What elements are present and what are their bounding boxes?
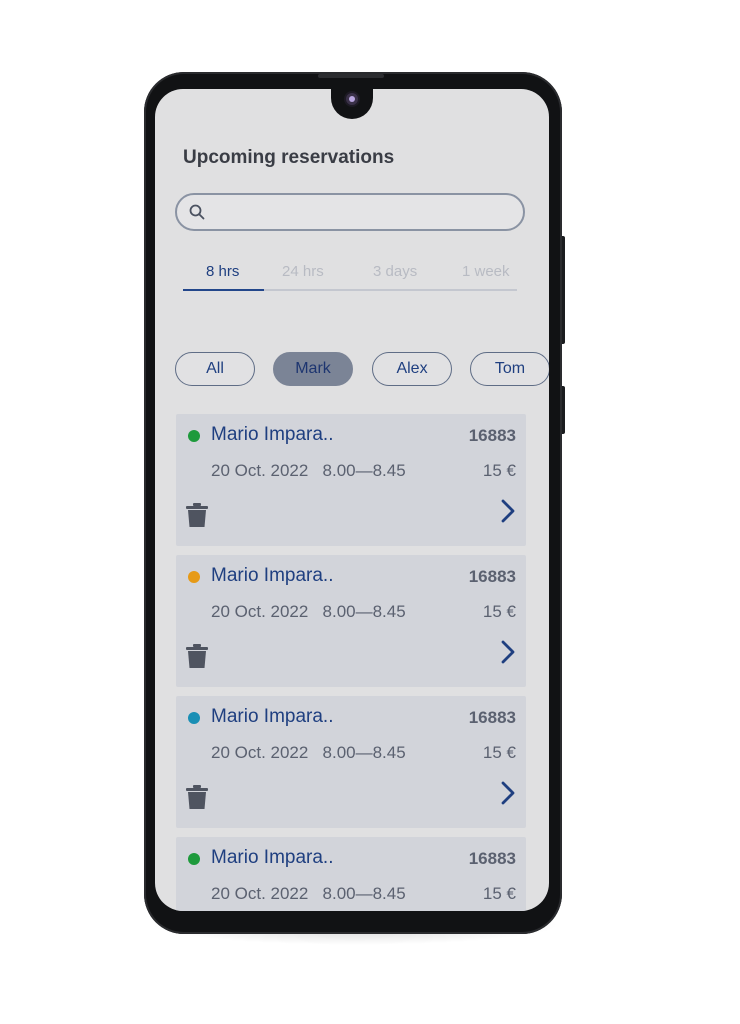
reservation-card[interactable]: Mario Impara.. 16883 20 Oct. 2022 8.00—8… — [176, 414, 526, 546]
reservation-card[interactable]: Mario Impara.. 16883 20 Oct. 2022 8.00—8… — [176, 837, 526, 911]
speaker-grille — [318, 74, 384, 78]
guest-name: Mario Impara.. — [211, 424, 334, 445]
guest-name: Mario Impara.. — [211, 847, 334, 868]
filter-all[interactable]: All — [175, 352, 255, 386]
status-dot — [188, 712, 200, 724]
trash-icon[interactable] — [186, 643, 208, 669]
trash-icon[interactable] — [186, 502, 208, 528]
reservation-id: 16883 — [468, 849, 516, 868]
page-title: Upcoming reservations — [183, 147, 395, 168]
status-dot — [188, 430, 200, 442]
reservation-datetime: 20 Oct. 2022 8.00—8.45 — [211, 461, 406, 481]
app-screen: Upcoming reservations 8 hrs 24 hrs 3 day… — [155, 89, 549, 911]
chevron-right-icon[interactable] — [500, 639, 516, 665]
reservation-time: 8.00—8.45 — [322, 461, 406, 480]
reservation-date: 20 Oct. 2022 — [211, 884, 309, 903]
reservation-time: 8.00—8.45 — [322, 743, 406, 762]
reservation-price: 15 € — [482, 602, 516, 621]
tab-8-hrs[interactable]: 8 hrs — [206, 263, 239, 280]
reservation-price: 15 € — [482, 884, 516, 903]
tab-24-hrs[interactable]: 24 hrs — [282, 263, 324, 280]
search-icon — [189, 204, 205, 220]
reservation-datetime: 20 Oct. 2022 8.00—8.45 — [211, 743, 406, 763]
reservation-id: 16883 — [468, 708, 516, 727]
tab-1-week[interactable]: 1 week — [462, 263, 510, 280]
reservation-date: 20 Oct. 2022 — [211, 743, 309, 762]
tab-3-days[interactable]: 3 days — [373, 263, 417, 280]
filter-mark[interactable]: Mark — [273, 352, 353, 386]
active-tab-indicator — [183, 289, 264, 291]
reservation-card[interactable]: Mario Impara.. 16883 20 Oct. 2022 8.00—8… — [176, 555, 526, 687]
reservation-time: 8.00—8.45 — [322, 884, 406, 903]
reservation-price: 15 € — [482, 461, 516, 480]
search-input[interactable] — [175, 193, 525, 231]
reservation-price: 15 € — [482, 743, 516, 762]
filter-alex[interactable]: Alex — [372, 352, 452, 386]
guest-name: Mario Impara.. — [211, 565, 334, 586]
reservation-date: 20 Oct. 2022 — [211, 602, 309, 621]
reservation-id: 16883 — [468, 426, 516, 445]
chevron-right-icon[interactable] — [500, 780, 516, 806]
status-dot — [188, 571, 200, 583]
reservation-date: 20 Oct. 2022 — [211, 461, 309, 480]
reservation-datetime: 20 Oct. 2022 8.00—8.45 — [211, 602, 406, 622]
reservation-time: 8.00—8.45 — [322, 602, 406, 621]
reservation-datetime: 20 Oct. 2022 8.00—8.45 — [211, 884, 406, 904]
filter-tom[interactable]: Tom — [470, 352, 549, 386]
device-mockup: Upcoming reservations 8 hrs 24 hrs 3 day… — [0, 0, 740, 1024]
time-range-tabs: 8 hrs 24 hrs 3 days 1 week — [183, 261, 517, 291]
guest-name: Mario Impara.. — [211, 706, 334, 727]
trash-icon[interactable] — [186, 784, 208, 810]
chevron-right-icon[interactable] — [500, 498, 516, 524]
status-dot — [188, 853, 200, 865]
reservation-id: 16883 — [468, 567, 516, 586]
reservation-card[interactable]: Mario Impara.. 16883 20 Oct. 2022 8.00—8… — [176, 696, 526, 828]
camera-icon — [346, 93, 358, 105]
